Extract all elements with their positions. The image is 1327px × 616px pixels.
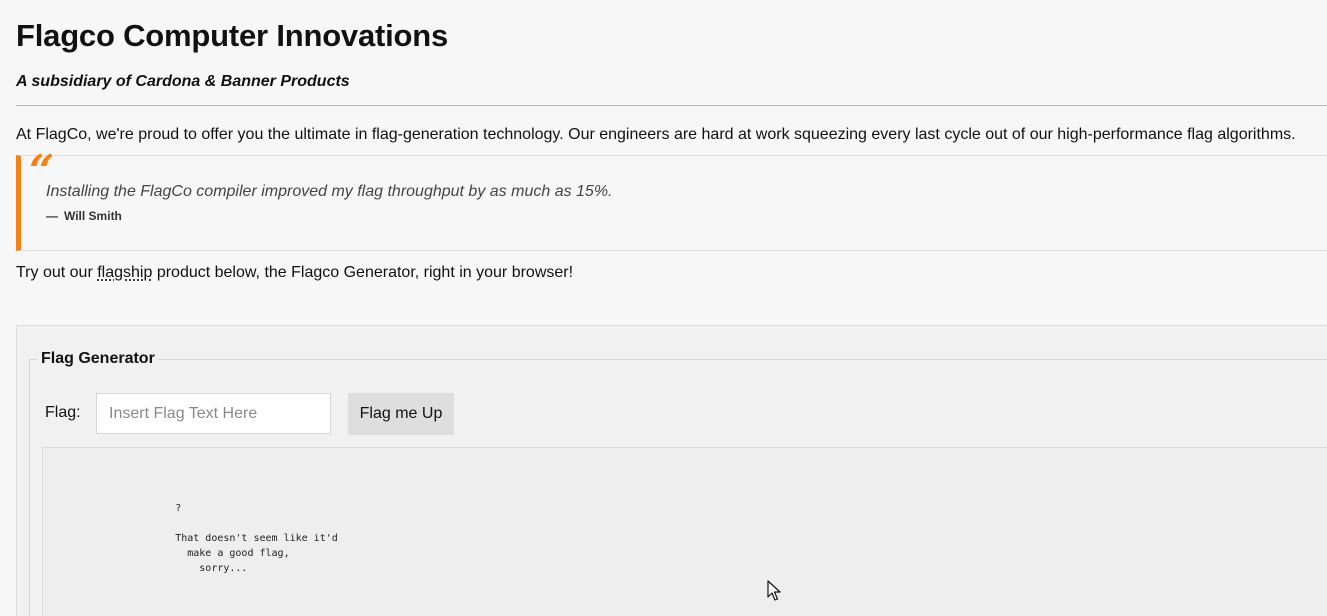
quote-author-name: Will Smith — [64, 209, 122, 223]
flag-label: Flag: — [45, 404, 81, 421]
flag-text-input[interactable] — [96, 393, 331, 434]
testimonial-quote: “ Installing the FlagCo compiler improve… — [16, 150, 1327, 251]
flag-output-text: ? That doesn't seem like it'd make a goo… — [175, 503, 338, 574]
page-title: Flagco Computer Innovations — [16, 18, 449, 53]
header-divider — [16, 105, 1327, 106]
flag-generator-legend: Flag Generator — [37, 350, 159, 368]
flag-generator-fieldset: Flag Generator Flag: Flag me Up ? That d… — [29, 350, 1327, 616]
quote-author: — Will Smith — [46, 209, 122, 223]
quote-text: Installing the FlagCo compiler improved … — [46, 183, 613, 200]
tryout-text-after: product below, the Flagco Generator, rig… — [152, 264, 574, 281]
tryout-text: Try out our flagship product below, the … — [16, 264, 573, 282]
tryout-text-before: Try out our — [16, 264, 98, 281]
page-subtitle: A subsidiary of Cardona & Banner Product… — [16, 73, 350, 90]
flagship-abbr[interactable]: flagship — [97, 264, 152, 281]
quote-dash: — — [46, 209, 58, 223]
flag-me-up-button[interactable]: Flag me Up — [348, 393, 454, 435]
flag-output-area: ? That doesn't seem like it'd make a goo… — [42, 447, 1327, 616]
intro-text: At FlagCo, we're proud to offer you the … — [16, 126, 1296, 143]
generator-panel: Flag Generator Flag: Flag me Up ? That d… — [16, 325, 1327, 616]
mouse-cursor-icon — [767, 580, 781, 601]
page: Flagco Computer Innovations A subsidiary… — [0, 0, 1327, 616]
